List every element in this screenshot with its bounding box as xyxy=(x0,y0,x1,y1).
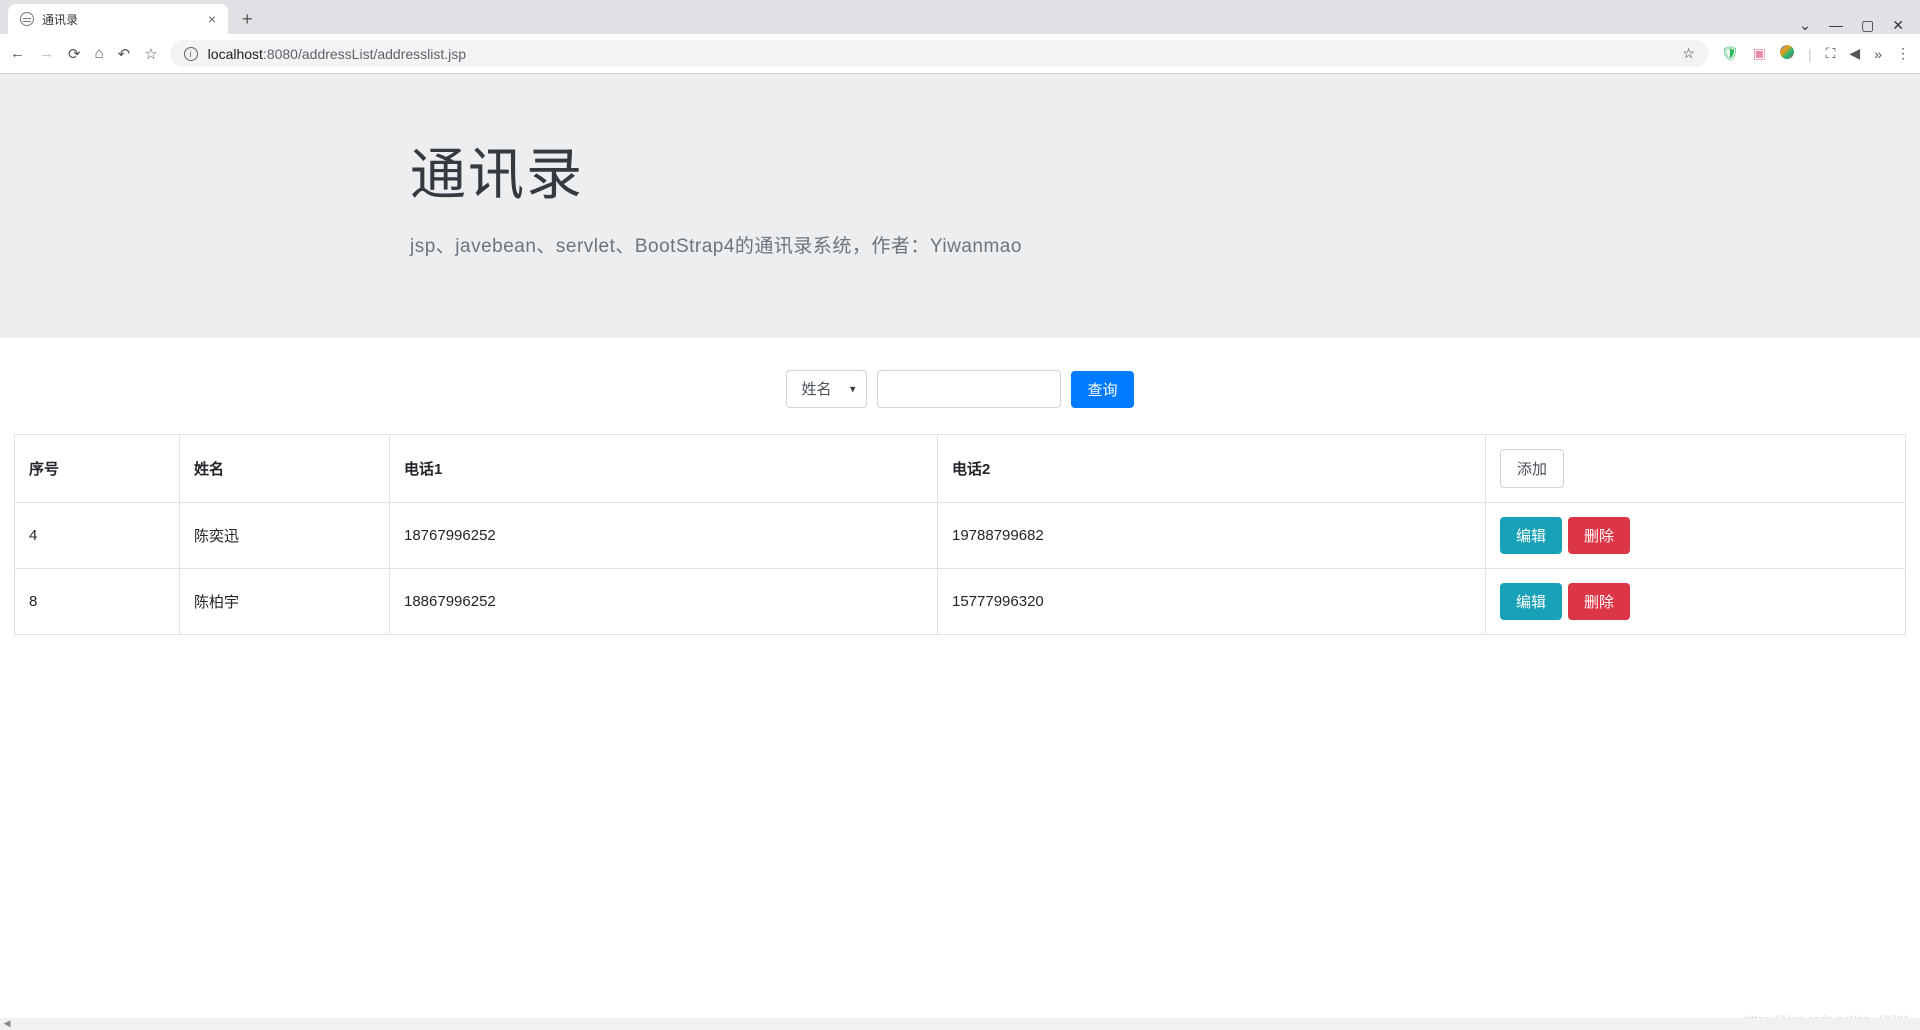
forward-icon[interactable]: → xyxy=(39,45,54,62)
undo-icon[interactable]: ↶ xyxy=(118,45,131,63)
col-phone1: 电话1 xyxy=(390,435,938,503)
cell-actions: 编辑 删除 xyxy=(1486,569,1906,635)
edit-button[interactable]: 编辑 xyxy=(1500,517,1562,554)
shield-icon[interactable]: 🛡 xyxy=(1721,45,1739,62)
star-outline-icon[interactable]: ☆ xyxy=(144,45,157,63)
reload-icon[interactable]: ⟳ xyxy=(68,45,81,63)
tab-bar: 通讯录 × + ⌄ — ▢ ✕ xyxy=(0,0,1920,34)
browser-tab[interactable]: 通讯录 × xyxy=(8,4,228,34)
home-icon[interactable]: ⌂ xyxy=(95,45,104,62)
info-icon[interactable]: i xyxy=(184,47,198,61)
search-button[interactable]: 查询 xyxy=(1071,371,1133,408)
cell-phone1: 18867996252 xyxy=(390,569,938,635)
close-icon[interactable]: × xyxy=(208,11,216,27)
url-field[interactable]: i localhost:8080/addressList/addresslist… xyxy=(170,40,1709,67)
cell-phone1: 18767996252 xyxy=(390,503,938,569)
nav-icons: ← → ⟳ ⌂ ↶ ☆ xyxy=(10,45,158,63)
page-subtitle: jsp、javebean、servlet、BootStrap4的通讯录系统，作者… xyxy=(410,231,1510,258)
cell-name: 陈柏宇 xyxy=(180,569,390,635)
search-field-select[interactable]: 姓名 xyxy=(786,370,867,408)
page-title: 通讯录 xyxy=(410,130,1510,211)
cell-name: 陈奕迅 xyxy=(180,503,390,569)
col-name: 姓名 xyxy=(180,435,390,503)
edit-button[interactable]: 编辑 xyxy=(1500,583,1562,620)
globe-icon xyxy=(20,12,34,26)
minimize-icon[interactable]: — xyxy=(1829,17,1843,34)
contacts-table: 序号 姓名 电话1 电话2 添加 4 陈奕迅 18767996252 19788… xyxy=(14,434,1906,635)
cell-id: 4 xyxy=(15,503,180,569)
search-row: 姓名 查询 xyxy=(0,338,1920,434)
recorder-icon[interactable]: ▣ xyxy=(1753,45,1766,62)
table-row: 4 陈奕迅 18767996252 19788799682 编辑 删除 xyxy=(15,503,1906,569)
col-id: 序号 xyxy=(15,435,180,503)
scroll-left-icon[interactable]: ◀ xyxy=(0,1018,14,1030)
back-icon[interactable]: ← xyxy=(10,45,25,62)
search-input[interactable] xyxy=(877,370,1061,408)
delete-button[interactable]: 删除 xyxy=(1568,517,1630,554)
cell-actions: 编辑 删除 xyxy=(1486,503,1906,569)
chevron-double-down-icon[interactable]: » xyxy=(1874,46,1882,62)
tab-title: 通讯录 xyxy=(42,11,78,28)
menu-icon[interactable]: ⋮ xyxy=(1896,45,1910,62)
extension-icons: 🛡 ▣ | ⛶ ◀ » ⋮ xyxy=(1721,45,1910,62)
horizontal-scrollbar[interactable]: ◀ xyxy=(0,1018,1920,1030)
sound-icon[interactable]: ◀ xyxy=(1849,45,1860,62)
star-icon[interactable]: ☆ xyxy=(1682,45,1695,62)
cell-id: 8 xyxy=(15,569,180,635)
table-container: 序号 姓名 电话1 电话2 添加 4 陈奕迅 18767996252 19788… xyxy=(0,434,1920,635)
col-phone2: 电话2 xyxy=(938,435,1486,503)
extension-globe-icon[interactable] xyxy=(1780,45,1794,62)
crop-icon[interactable]: ⛶ xyxy=(1826,45,1836,62)
caret-down-icon[interactable]: ⌄ xyxy=(1799,17,1811,34)
col-actions: 添加 xyxy=(1486,435,1906,503)
window-controls: ⌄ — ▢ ✕ xyxy=(1799,11,1920,34)
maximize-icon[interactable]: ▢ xyxy=(1861,17,1874,34)
delete-button[interactable]: 删除 xyxy=(1568,583,1630,620)
new-tab-button[interactable]: + xyxy=(236,5,259,34)
url-text: localhost:8080/addressList/addresslist.j… xyxy=(208,46,466,62)
close-window-icon[interactable]: ✕ xyxy=(1892,17,1904,34)
browser-chrome: 通讯录 × + ⌄ — ▢ ✕ ← → ⟳ ⌂ ↶ ☆ i localhost:… xyxy=(0,0,1920,74)
add-button[interactable]: 添加 xyxy=(1500,449,1564,488)
cell-phone2: 15777996320 xyxy=(938,569,1486,635)
cell-phone2: 19788799682 xyxy=(938,503,1486,569)
table-row: 8 陈柏宇 18867996252 15777996320 编辑 删除 xyxy=(15,569,1906,635)
search-field-select-wrap: 姓名 xyxy=(786,370,867,408)
table-header-row: 序号 姓名 电话1 电话2 添加 xyxy=(15,435,1906,503)
hero-section: 通讯录 jsp、javebean、servlet、BootStrap4的通讯录系… xyxy=(0,74,1920,338)
address-bar: ← → ⟳ ⌂ ↶ ☆ i localhost:8080/addressList… xyxy=(0,34,1920,74)
